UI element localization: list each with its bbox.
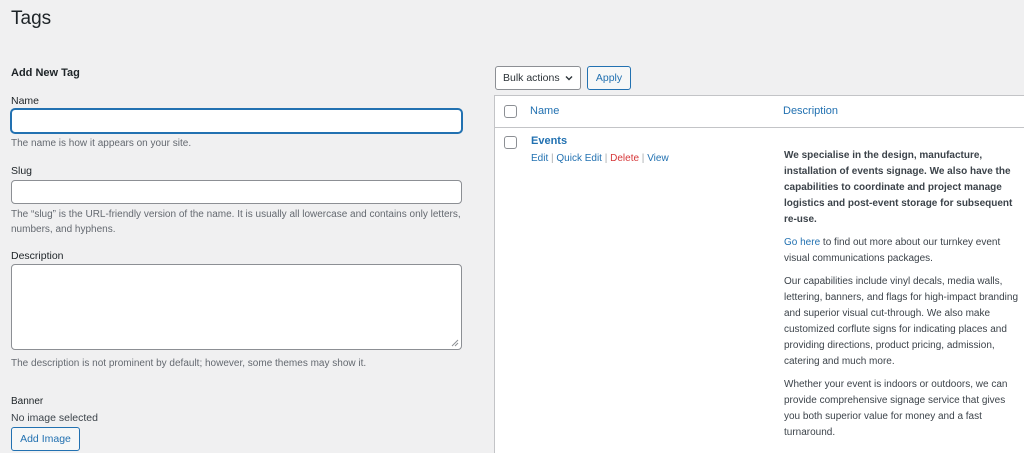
column-description-header[interactable]: Description bbox=[783, 105, 838, 117]
description-paragraph: We specialise in the design, manufacture… bbox=[784, 150, 1013, 225]
apply-button[interactable]: Apply bbox=[587, 66, 631, 90]
description-textarea[interactable] bbox=[11, 264, 462, 350]
slug-help: The “slug” is the URL-friendly version o… bbox=[11, 209, 461, 235]
row-checkbox[interactable] bbox=[504, 136, 517, 149]
row-description: We specialise in the design, manufacture… bbox=[784, 148, 1022, 448]
description-paragraph: Go here to find out more about our turnk… bbox=[784, 237, 1001, 264]
row-actions: Edit | Quick Edit | Delete | View bbox=[531, 153, 669, 164]
description-paragraph: Whether your event is indoors or outdoor… bbox=[784, 379, 1008, 438]
view-link[interactable]: View bbox=[647, 153, 669, 164]
name-help: The name is how it appears on your site. bbox=[11, 138, 192, 149]
banner-status: No image selected bbox=[11, 412, 98, 424]
tags-table: Name Description Events Edit | Quick Edi… bbox=[494, 95, 1024, 453]
resize-grip-icon[interactable] bbox=[451, 339, 459, 347]
bulk-actions-label: Bulk actions bbox=[503, 72, 560, 84]
name-label: Name bbox=[11, 95, 40, 107]
bulk-actions-select[interactable]: Bulk actions bbox=[495, 66, 581, 90]
edit-link[interactable]: Edit bbox=[531, 153, 548, 164]
slug-input[interactable] bbox=[11, 180, 462, 204]
banner-label: Banner bbox=[11, 396, 44, 407]
row-title-link[interactable]: Events bbox=[531, 135, 567, 147]
description-help: The description is not prominent by defa… bbox=[11, 358, 367, 369]
description-label: Description bbox=[11, 250, 64, 262]
page-title: Tags bbox=[11, 8, 52, 29]
form-heading: Add New Tag bbox=[11, 67, 80, 79]
delete-link[interactable]: Delete bbox=[610, 153, 639, 164]
select-all-checkbox[interactable] bbox=[504, 105, 517, 118]
slug-label: Slug bbox=[11, 165, 33, 177]
name-input[interactable] bbox=[11, 109, 462, 133]
chevron-down-icon bbox=[565, 76, 573, 81]
column-name-header[interactable]: Name bbox=[530, 105, 559, 117]
go-here-link[interactable]: Go here bbox=[784, 237, 820, 248]
table-header: Name Description bbox=[495, 96, 1024, 128]
quick-edit-link[interactable]: Quick Edit bbox=[556, 153, 602, 164]
add-image-button[interactable]: Add Image bbox=[11, 427, 80, 451]
description-paragraph: Our capabilities include vinyl decals, m… bbox=[784, 276, 1019, 367]
